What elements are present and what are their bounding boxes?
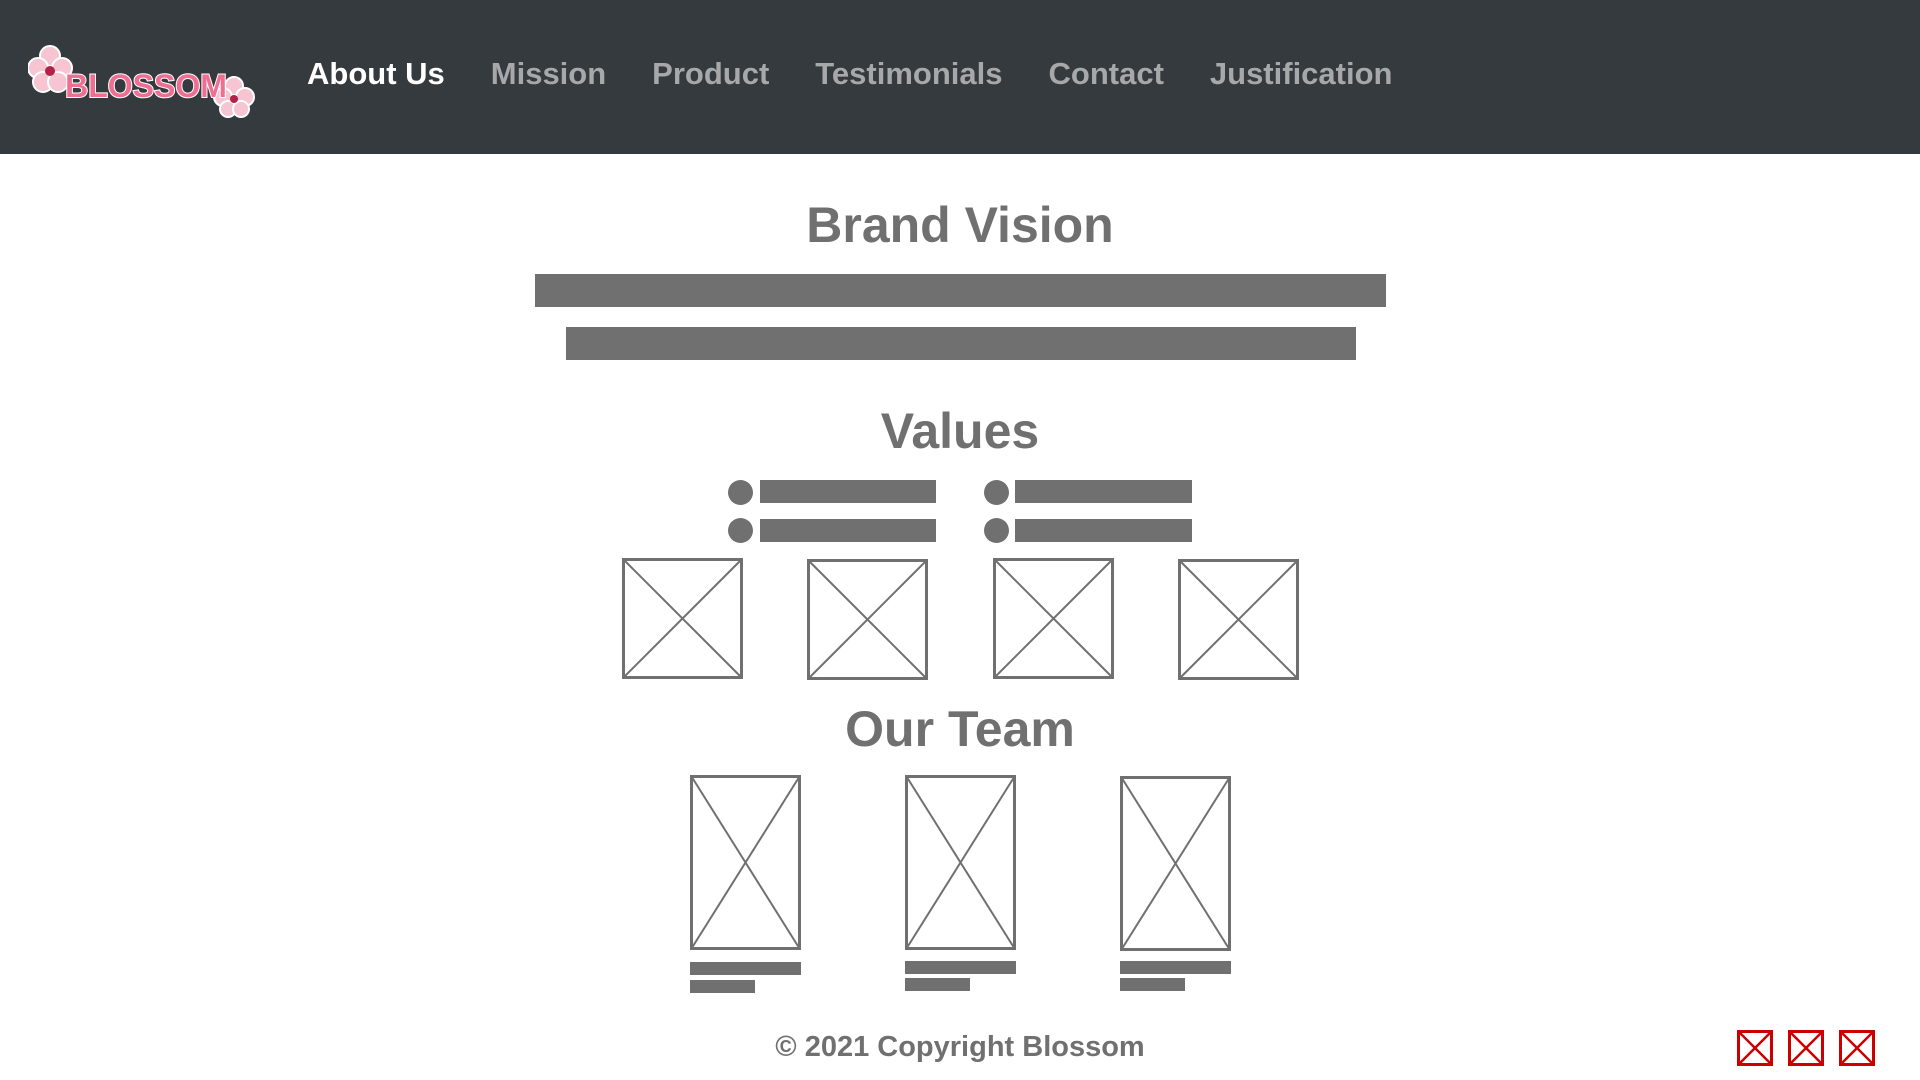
team-photo-placeholder-icon: [905, 775, 1016, 950]
team-title: Our Team: [845, 701, 1075, 757]
team-name-placeholder: [690, 962, 801, 975]
value-text-placeholder: [760, 480, 936, 503]
team-role-placeholder: [905, 978, 970, 991]
logo-text: BLOSSOM: [65, 68, 227, 104]
values-title: Values: [880, 403, 1040, 459]
image-placeholder-icon: [622, 558, 743, 679]
nav-link-justification[interactable]: Justification: [1210, 56, 1393, 92]
team-photo-placeholder-icon: [1120, 776, 1231, 951]
team-name-placeholder: [905, 961, 1016, 974]
copyright-text: © 2021 Copyright Blossom: [775, 1031, 1145, 1063]
nav-link-about-us[interactable]: About Us: [307, 56, 445, 92]
value-text-placeholder: [760, 519, 936, 542]
team-role-placeholder: [690, 980, 755, 993]
image-placeholder-icon: [1178, 559, 1299, 680]
nav-link-mission[interactable]: Mission: [491, 56, 606, 92]
nav-link-contact[interactable]: Contact: [1049, 56, 1164, 92]
bullet-icon: [728, 480, 753, 505]
text-placeholder-line: [535, 274, 1386, 307]
bullet-icon: [728, 518, 753, 543]
image-placeholder-icon: [993, 558, 1114, 679]
nav-link-testimonials[interactable]: Testimonials: [815, 56, 1002, 92]
social-icon-placeholder[interactable]: [1737, 1030, 1773, 1066]
bullet-icon: [984, 480, 1009, 505]
social-icon-placeholder[interactable]: [1839, 1030, 1875, 1066]
value-text-placeholder: [1015, 519, 1192, 542]
text-placeholder-line: [566, 327, 1356, 360]
bullet-icon: [984, 518, 1009, 543]
brand-vision-title: Brand Vision: [806, 197, 1114, 253]
navbar: BLOSSOM About Us Mission Product Testimonia…: [0, 0, 1920, 154]
team-name-placeholder: [1120, 961, 1231, 974]
main-nav: About Us Mission Product Testimonials Contac…: [307, 56, 1392, 92]
image-placeholder-icon: [807, 559, 928, 680]
nav-link-product[interactable]: Product: [652, 56, 769, 92]
team-role-placeholder: [1120, 978, 1185, 991]
blossom-logo[interactable]: BLOSSOM: [27, 42, 258, 118]
team-photo-placeholder-icon: [690, 775, 801, 950]
social-icon-placeholder[interactable]: [1788, 1030, 1824, 1066]
value-text-placeholder: [1015, 480, 1192, 503]
